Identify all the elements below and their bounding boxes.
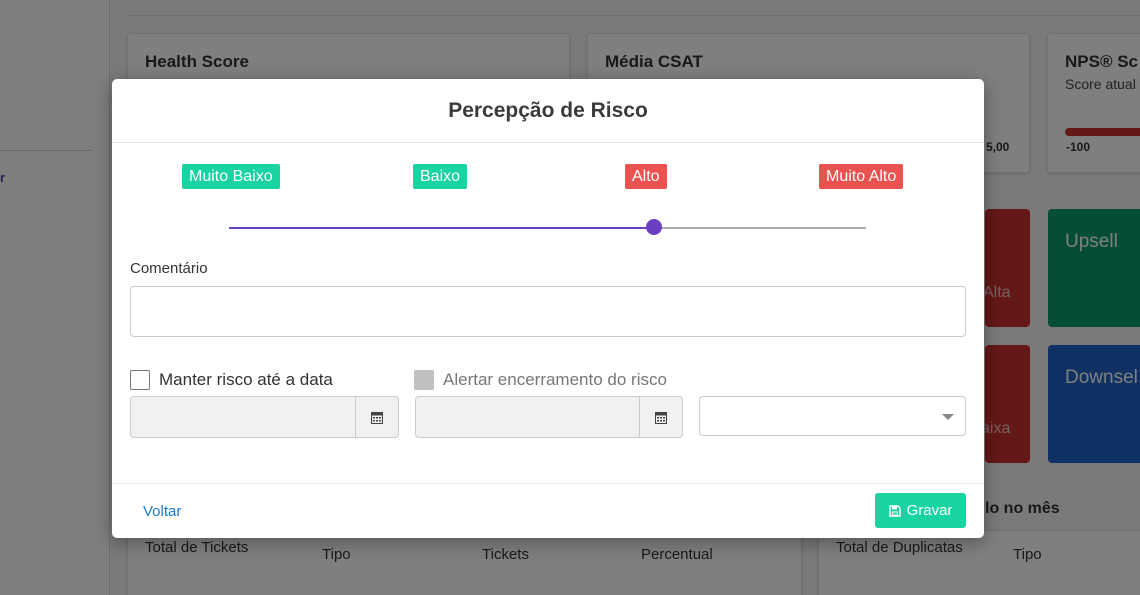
keep-risk-checkbox[interactable] (130, 370, 150, 390)
keep-risk-checkbox-row[interactable]: Manter risco até a data (130, 370, 333, 390)
calendar-icon (371, 411, 383, 424)
back-link[interactable]: Voltar (143, 503, 181, 520)
risk-level-low[interactable]: Baixo (413, 164, 468, 189)
keep-risk-date-picker (130, 396, 399, 438)
alert-end-checkbox-row: Alertar encerramento do risco (414, 370, 667, 390)
keep-risk-label: Manter risco até a data (159, 370, 333, 389)
comment-label: Comentário (130, 260, 208, 277)
modal-footer: Voltar Gravar (112, 483, 984, 538)
risk-level-high[interactable]: Alto (625, 164, 667, 189)
save-button[interactable]: Gravar (875, 493, 966, 528)
alert-end-date-input[interactable] (415, 396, 640, 438)
alert-end-date-picker (415, 396, 683, 438)
risk-level-very-high[interactable]: Muito Alto (819, 164, 904, 189)
calendar-icon (655, 411, 667, 424)
alert-end-checkbox (414, 370, 434, 390)
save-button-label: Gravar (906, 502, 953, 519)
risk-slider-fill (229, 227, 654, 229)
floppy-disk-icon (888, 504, 901, 517)
alert-select[interactable] (699, 396, 966, 436)
keep-risk-date-input[interactable] (130, 396, 356, 438)
comment-textarea[interactable] (130, 286, 966, 337)
alert-end-label: Alertar encerramento do risco (443, 370, 667, 389)
modal-title: Percepção de Risco (448, 98, 648, 122)
risk-slider-thumb[interactable] (646, 219, 662, 235)
chevron-down-icon (942, 414, 954, 420)
modal-header: Percepção de Risco (112, 79, 984, 143)
risk-perception-modal: Percepção de Risco Muito Baixo Baixo Alt… (112, 79, 984, 538)
keep-risk-calendar-button[interactable] (356, 396, 399, 438)
alert-end-calendar-button[interactable] (640, 396, 683, 438)
risk-slider-track[interactable] (229, 227, 866, 229)
risk-level-very-low[interactable]: Muito Baixo (182, 164, 280, 189)
